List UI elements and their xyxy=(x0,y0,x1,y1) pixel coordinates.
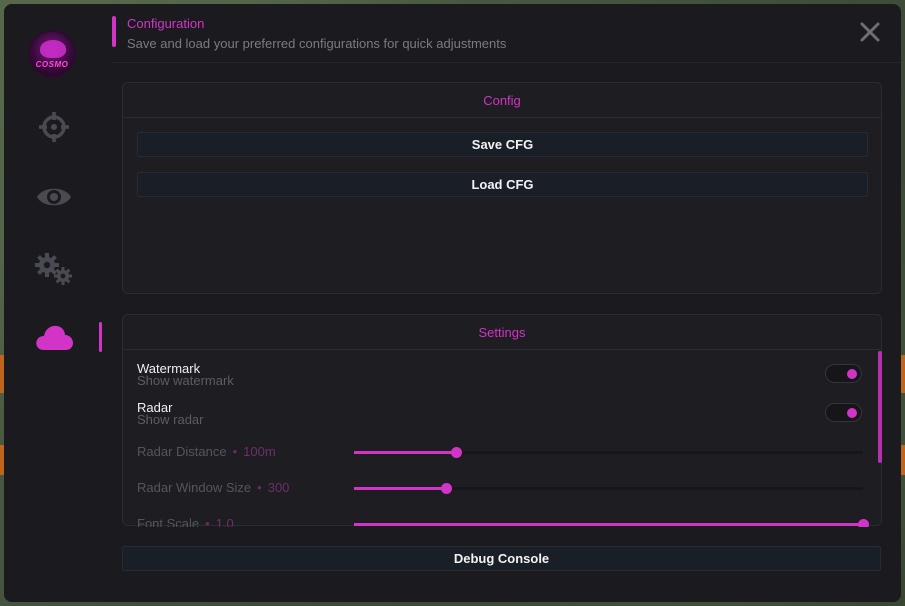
radar-toggle-knob xyxy=(847,408,857,418)
radar-distance-thumb[interactable] xyxy=(450,447,462,458)
crosshair-icon xyxy=(39,112,69,142)
font-scale-label: Font Scale • 1.0 xyxy=(137,516,234,527)
settings-scrollbar[interactable] xyxy=(878,351,882,463)
separator-dot: • xyxy=(205,516,210,527)
logo: COSMO xyxy=(28,30,76,78)
sidebar: COSMO xyxy=(4,4,104,602)
config-panel-title: Config xyxy=(123,83,881,118)
font-scale-slider[interactable] xyxy=(354,519,869,527)
radar-description: Show radar xyxy=(137,412,204,427)
radar-distance-value: 100m xyxy=(243,444,276,459)
radar-window-size-label: Radar Window Size • 300 xyxy=(137,480,289,495)
debug-console-button[interactable]: Debug Console xyxy=(122,546,881,571)
radar-toggle[interactable] xyxy=(825,403,862,422)
close-icon xyxy=(860,22,880,42)
config-panel: Config Save CFG Load CFG xyxy=(122,82,882,294)
font-scale-name: Font Scale xyxy=(137,516,200,527)
page-title: Configuration xyxy=(127,16,205,31)
radar-distance-fill xyxy=(354,451,456,454)
active-nav-indicator xyxy=(99,322,102,352)
sidebar-item-config[interactable] xyxy=(4,312,104,362)
watermark-description: Show watermark xyxy=(137,373,234,388)
radar-window-size-fill xyxy=(354,487,446,490)
radar-distance-label: Radar Distance • 100m xyxy=(137,444,276,459)
settings-panel-title: Settings xyxy=(123,315,881,350)
gears-icon xyxy=(35,253,72,285)
radar-window-size-slider[interactable] xyxy=(354,483,863,494)
watermark-toggle[interactable] xyxy=(825,364,862,383)
cloud-icon xyxy=(36,325,73,350)
font-scale-thumb[interactable] xyxy=(858,519,869,527)
watermark-toggle-knob xyxy=(847,369,857,379)
page-header: Configuration Save and load your preferr… xyxy=(112,16,882,56)
radar-distance-slider[interactable] xyxy=(354,447,863,458)
radar-window-size-name: Radar Window Size xyxy=(137,480,252,495)
font-scale-fill xyxy=(354,523,863,526)
background-edge-right-lower xyxy=(901,445,905,475)
radar-window-size-thumb[interactable] xyxy=(440,483,452,494)
page-subtitle: Save and load your preferred configurati… xyxy=(127,36,507,51)
settings-list[interactable]: Watermark Show watermark Radar Show rada… xyxy=(123,351,881,527)
settings-panel: Settings Watermark Show watermark Radar … xyxy=(122,314,882,527)
header-accent-bar xyxy=(112,16,116,47)
load-cfg-button[interactable]: Load CFG xyxy=(137,172,868,197)
font-scale-value: 1.0 xyxy=(215,516,234,527)
sidebar-item-misc[interactable] xyxy=(4,244,104,294)
eye-icon xyxy=(37,188,71,206)
separator-dot: • xyxy=(232,444,238,459)
background-edge-right xyxy=(901,355,905,393)
config-window: COSMO Configuration Save and load your p… xyxy=(4,4,901,602)
header-divider xyxy=(112,62,901,63)
radar-distance-name: Radar Distance xyxy=(137,444,227,459)
logo-text: COSMO xyxy=(35,60,69,69)
radar-window-size-value: 300 xyxy=(267,480,290,495)
separator-dot: • xyxy=(257,480,262,495)
logo-mask-icon xyxy=(40,40,66,58)
sidebar-item-aim[interactable] xyxy=(4,102,104,152)
save-cfg-button[interactable]: Save CFG xyxy=(137,132,868,157)
close-button[interactable] xyxy=(856,18,884,46)
sidebar-item-visuals[interactable] xyxy=(4,172,104,222)
